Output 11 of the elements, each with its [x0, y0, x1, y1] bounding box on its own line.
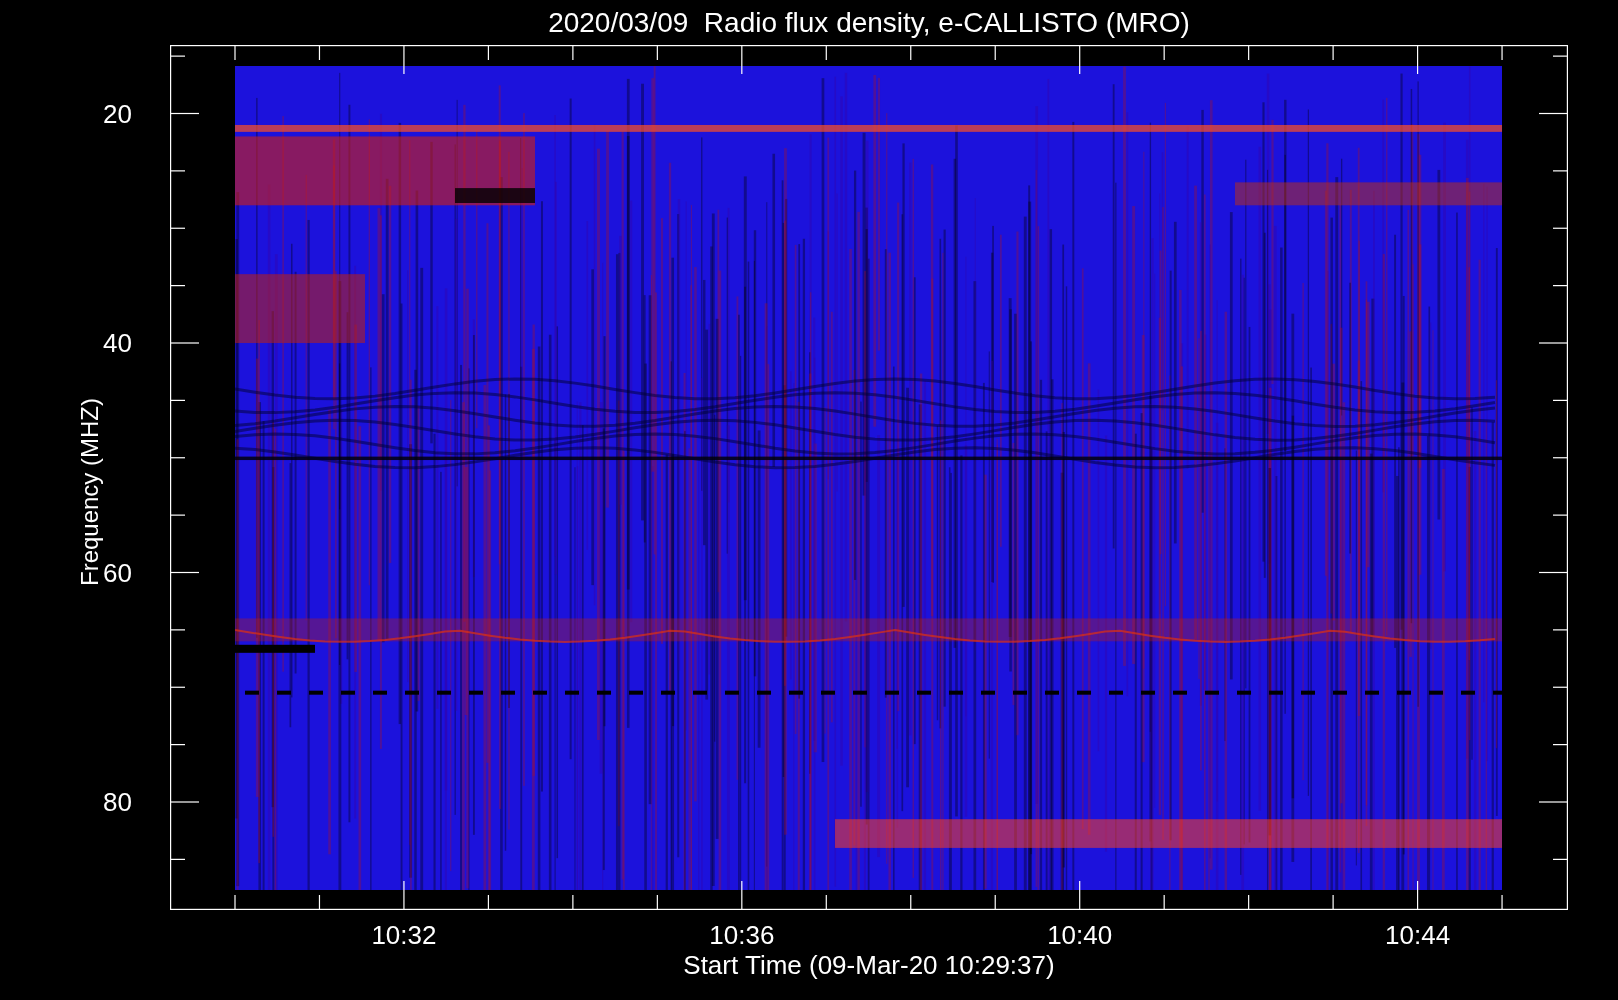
x-axis-title: Start Time (09-Mar-20 10:29:37)	[683, 952, 1055, 978]
y-axis-title: Frequency (MHZ)	[78, 398, 102, 586]
y-tick-label: 20	[103, 100, 132, 127]
x-tick-label: 10:36	[709, 922, 775, 948]
y-tick-label: 80	[103, 789, 132, 815]
chart-title: 2020/03/09 Radio flux density, e-CALLISTO (MRO)	[548, 8, 1190, 37]
x-tick-label: 10:44	[1385, 922, 1451, 948]
y-tick-label: 40	[103, 330, 132, 356]
x-tick-label: 10:40	[1047, 922, 1113, 948]
x-tick-label: 10:32	[371, 922, 437, 948]
y-tick-label: 60	[103, 559, 132, 586]
